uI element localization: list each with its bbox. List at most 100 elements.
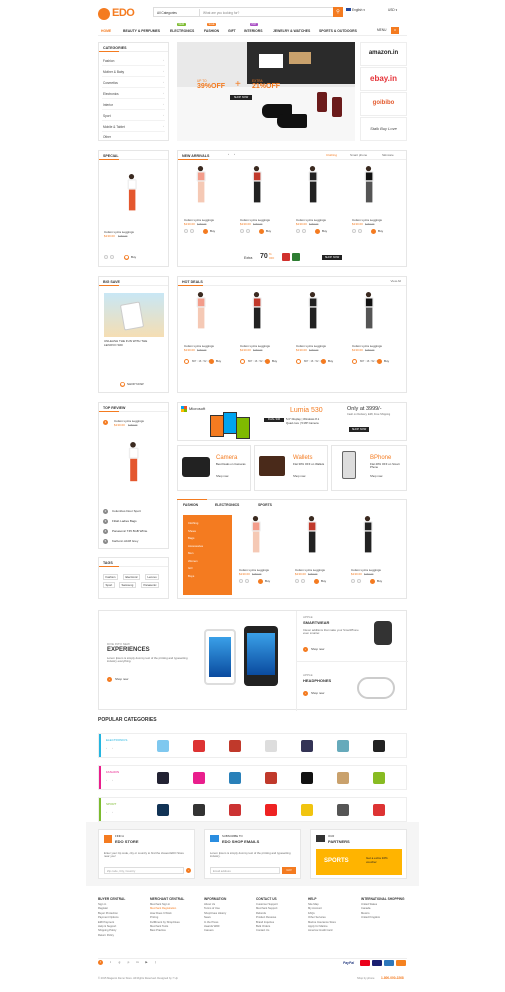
review-item[interactable]: Columbus Door Sport xyxy=(112,509,141,514)
category-product-image[interactable] xyxy=(337,740,349,752)
cart-icon[interactable] xyxy=(370,579,375,584)
category-item[interactable]: Electronics xyxy=(103,92,119,96)
category-item[interactable]: Fashion xyxy=(103,59,114,63)
buy-button[interactable]: Buy xyxy=(378,229,383,234)
category-label[interactable]: ELECTRONICS xyxy=(106,738,127,743)
fashion-menu-item[interactable]: Shoes xyxy=(188,529,196,533)
category-product-image[interactable] xyxy=(373,772,385,784)
cart-icon[interactable] xyxy=(315,229,320,234)
compare-icon[interactable] xyxy=(239,579,243,583)
tab-clothing[interactable]: Clothing xyxy=(326,153,337,158)
prev-arrow-icon[interactable]: ‹ xyxy=(106,746,107,751)
footer-link[interactable]: Careers xyxy=(204,929,252,933)
prev-arrow-icon[interactable]: ‹ xyxy=(106,778,107,783)
product-card[interactable]: Cotton Lycra Leggings $130.00 $160.00 807 :… xyxy=(236,287,286,367)
cart-icon[interactable] xyxy=(265,359,270,364)
category-product-image[interactable] xyxy=(301,740,313,752)
search-icon[interactable]: › xyxy=(186,868,191,873)
buy-button[interactable]: Buy xyxy=(328,359,333,364)
review-item[interactable]: Karbonn A108 Grey xyxy=(112,539,138,544)
category-product-image[interactable] xyxy=(265,804,277,816)
cart-icon[interactable] xyxy=(371,229,376,234)
category-product-image[interactable] xyxy=(301,804,313,816)
special-buy-button[interactable]: Buy xyxy=(131,255,136,260)
product-image[interactable] xyxy=(250,166,263,225)
fashion-menu-item[interactable]: Boys xyxy=(188,574,194,578)
category-product-image[interactable] xyxy=(265,772,277,784)
cart-icon[interactable] xyxy=(203,229,208,234)
smartwear-shop-link[interactable]: Shop now xyxy=(311,647,324,652)
product-card[interactable]: Cotton Lycra Leggings $130.00 $160.00 807 :… xyxy=(180,287,230,367)
compare-icon[interactable] xyxy=(104,255,108,259)
promo-shop-link[interactable]: Shop now xyxy=(216,474,228,478)
fashion-menu-item[interactable]: Accessories xyxy=(188,544,203,548)
brand-goibibo[interactable]: goibibo xyxy=(360,92,407,116)
buy-button[interactable]: Buy xyxy=(321,579,326,584)
compare-icon[interactable] xyxy=(296,229,300,233)
product-card[interactable]: Cotton Lycra Leggings $130.00 $160.00 807 :… xyxy=(348,287,398,367)
experiences-shop-link[interactable]: Shop now xyxy=(115,677,128,682)
subscribe-button[interactable]: GO! xyxy=(282,867,296,874)
tab-smart-phone[interactable]: Smart phone xyxy=(350,153,367,158)
buy-button[interactable]: Buy xyxy=(266,229,271,234)
tag-chip[interactable]: Lenovo xyxy=(145,574,160,581)
next-arrow-icon[interactable]: › xyxy=(112,810,113,815)
category-product-image[interactable] xyxy=(193,740,205,752)
product-image[interactable] xyxy=(362,292,375,351)
brand-stalk[interactable]: Stalk Buy Love xyxy=(360,117,407,141)
product-image[interactable] xyxy=(305,516,318,575)
category-item[interactable]: Mother & Baby xyxy=(103,70,124,74)
nav-jewelry[interactable]: JEWELRY & WATCHES xyxy=(273,29,310,33)
category-item[interactable]: Mobile & Tablet xyxy=(103,125,125,129)
google-plus-icon[interactable]: g xyxy=(117,960,122,965)
product-card[interactable]: Cotton Lycra Leggings $130.00 $160.00 Buy xyxy=(348,161,398,241)
wishlist-icon[interactable] xyxy=(245,579,249,583)
cart-icon[interactable] xyxy=(314,579,319,584)
tab-sports[interactable]: SPORTS xyxy=(258,503,272,507)
product-card[interactable]: Cotton Lycra Leggings $130.00 $160.00 Buy xyxy=(292,161,342,241)
footer-link[interactable]: Return Policy xyxy=(98,934,146,938)
category-product-image[interactable] xyxy=(157,804,169,816)
category-item[interactable]: Cosmetics xyxy=(103,81,118,85)
arrow-icon[interactable]: › xyxy=(107,677,112,682)
next-arrow-icon[interactable]: › xyxy=(112,746,113,751)
cart-icon[interactable] xyxy=(258,579,263,584)
category-product-image[interactable] xyxy=(229,772,241,784)
footer-link[interactable]: America Credit Card xyxy=(308,929,356,933)
email-input[interactable]: Email address xyxy=(210,867,280,874)
product-image[interactable] xyxy=(194,166,207,225)
zip-code-input[interactable]: Zip code, City, Country xyxy=(104,867,184,874)
cart-icon[interactable] xyxy=(321,359,326,364)
category-item[interactable]: Sport xyxy=(103,114,111,118)
footer-link[interactable]: United Kingdom xyxy=(361,916,409,920)
wishlist-icon[interactable] xyxy=(357,579,361,583)
category-product-image[interactable] xyxy=(265,740,277,752)
search-input[interactable]: What are you looking for? xyxy=(203,11,239,15)
big-save-shop-button[interactable]: SHOP NOW xyxy=(127,382,144,387)
pinterest-icon[interactable]: p xyxy=(126,960,131,965)
review-model-image[interactable] xyxy=(126,442,140,512)
promo-shop-link[interactable]: Shop now xyxy=(293,474,305,478)
fashion-menu-item[interactable]: Men xyxy=(188,551,193,555)
tag-chip[interactable]: Sport xyxy=(103,582,115,589)
cart-icon[interactable] xyxy=(377,359,382,364)
category-item[interactable]: Interior xyxy=(103,103,113,107)
compare-icon[interactable] xyxy=(352,229,356,233)
review-item[interactable]: Panasonic T45 8GB White xyxy=(112,529,147,534)
promo-wallets[interactable]: Wallets Flat 30% OFF on Wallets Shop now xyxy=(254,445,328,491)
buy-button[interactable]: Buy xyxy=(216,359,221,364)
tag-chip[interactable]: Electronic xyxy=(123,574,141,581)
lumia-shop-button[interactable]: SHOP NOW xyxy=(349,427,369,432)
wishlist-icon[interactable] xyxy=(246,229,250,233)
compare-icon[interactable] xyxy=(240,229,244,233)
product-image[interactable] xyxy=(361,516,374,575)
product-image[interactable] xyxy=(362,166,375,225)
product-card[interactable]: Cotton Lycra Leggings $130.00 $160.00 Buy xyxy=(347,511,397,591)
product-image[interactable] xyxy=(306,166,319,225)
review-item[interactable]: Fitlab Ladies Bags xyxy=(112,519,137,524)
category-product-image[interactable] xyxy=(193,772,205,784)
category-product-image[interactable] xyxy=(157,772,169,784)
extra-shop-button[interactable]: SHOP NOW xyxy=(322,255,342,260)
promo-shop-link[interactable]: Shop now xyxy=(370,474,382,478)
tag-chip[interactable]: Samsung xyxy=(119,582,136,589)
